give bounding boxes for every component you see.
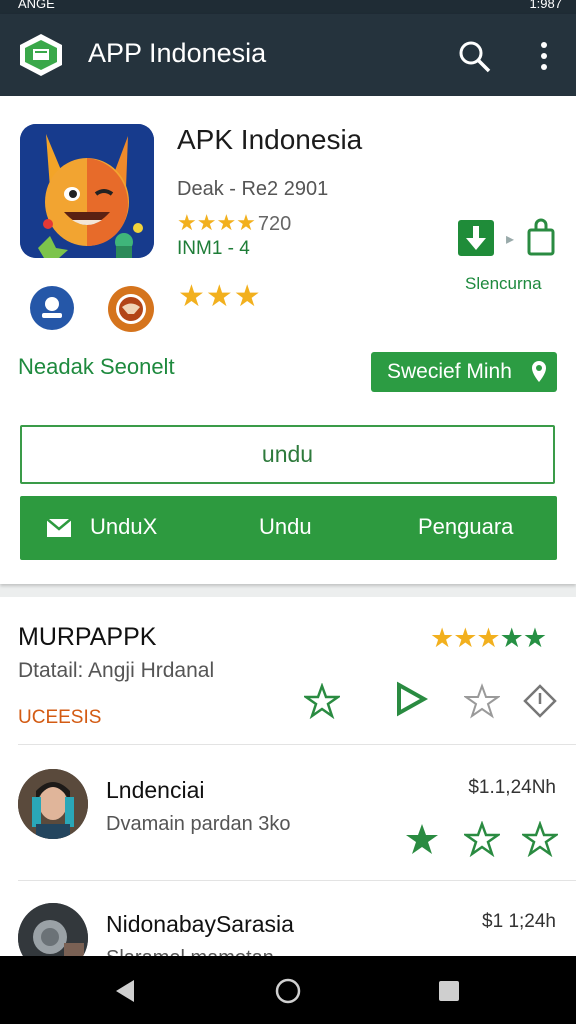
list-item-title[interactable]: NidonabaySarasia — [106, 911, 294, 938]
side-label[interactable]: Slencurna — [465, 274, 542, 294]
search-icon[interactable] — [456, 38, 492, 74]
left-label[interactable]: Neadak Seonelt — [18, 354, 175, 380]
more-options-icon[interactable] — [530, 38, 558, 74]
star-filled-icon[interactable] — [404, 821, 440, 857]
secondary-stars: ★★★ — [178, 280, 262, 313]
store-logo-icon[interactable] — [18, 33, 64, 77]
star-outline-grey-icon[interactable] — [464, 683, 500, 719]
section-stars: ★★★★★ — [430, 623, 547, 654]
list-item-subtitle: Dvamain pardan 3ko — [106, 813, 291, 835]
size-info: INM1 - 4 — [177, 238, 250, 259]
app-bar-title: APP Indonesia — [88, 38, 267, 68]
app-bar: APP Indonesia — [0, 14, 576, 96]
action-button-2[interactable]: Undu — [259, 514, 312, 540]
tag-icon[interactable] — [522, 683, 558, 719]
section-stars-green: ★★ — [499, 623, 547, 653]
download-outline-button[interactable]: undu — [20, 425, 555, 484]
app-name: APK Indonesia — [177, 124, 363, 155]
status-left-text: ANGE — [18, 0, 55, 11]
chat-icon[interactable] — [108, 286, 154, 332]
shopping-bag-icon[interactable] — [526, 218, 556, 256]
action-button-3[interactable]: Penguara — [418, 514, 513, 540]
section-stars-gold: ★★★ — [430, 623, 501, 653]
divider — [18, 880, 576, 881]
status-bar: ANGE 1:987 — [0, 0, 576, 14]
app-list: MURPAPPK ★★★★★ Dtatail: Angji Hrdanal UC… — [0, 597, 576, 973]
rating-count: 720 — [257, 213, 292, 235]
rating-row: ★★★★ 720 — [177, 210, 291, 236]
list-item-price: $1 1;24h — [482, 911, 556, 932]
star-outline-icon[interactable] — [522, 821, 558, 857]
navigation-bar — [0, 956, 576, 1024]
specification-button[interactable]: Swecief Minh — [371, 352, 557, 392]
action-bar: UnduX Undu Penguara — [20, 496, 557, 560]
status-time: 1:987 — [529, 0, 562, 11]
back-icon[interactable] — [112, 976, 142, 1006]
star-outline-icon[interactable] — [464, 821, 500, 857]
section-tag[interactable]: UCEESIS — [18, 707, 101, 729]
action-button-1[interactable]: UnduX — [90, 514, 157, 540]
divider — [18, 744, 576, 745]
home-icon[interactable] — [273, 976, 303, 1006]
star-outline-green-icon[interactable] — [304, 683, 340, 719]
app-icon[interactable] — [20, 124, 154, 258]
section-subtitle: Dtatail: Angji Hrdanal — [18, 659, 215, 682]
developer-line: Deak - Re2 2901 — [177, 178, 329, 200]
download-icon[interactable] — [458, 220, 494, 256]
mascot-icon — [20, 124, 154, 258]
profile-icon[interactable] — [30, 286, 74, 330]
location-pin-icon — [532, 361, 546, 382]
recents-icon[interactable] — [434, 976, 464, 1006]
app-detail-card: APK Indonesia Deak - Re2 2901 ★★★★ 720 IN… — [0, 96, 576, 584]
mail-icon[interactable] — [46, 518, 72, 538]
section-title: MURPAPPK — [18, 623, 157, 651]
separator-dot: ▸ — [506, 231, 515, 248]
rating-stars: ★★★★ — [177, 210, 256, 235]
list-item-price: $1.1,24Nh — [468, 777, 556, 798]
specification-label: Swecief Minh — [387, 360, 512, 383]
play-icon[interactable] — [392, 681, 428, 717]
avatar[interactable] — [18, 769, 88, 839]
list-item-title[interactable]: Lndenciai — [106, 777, 204, 804]
